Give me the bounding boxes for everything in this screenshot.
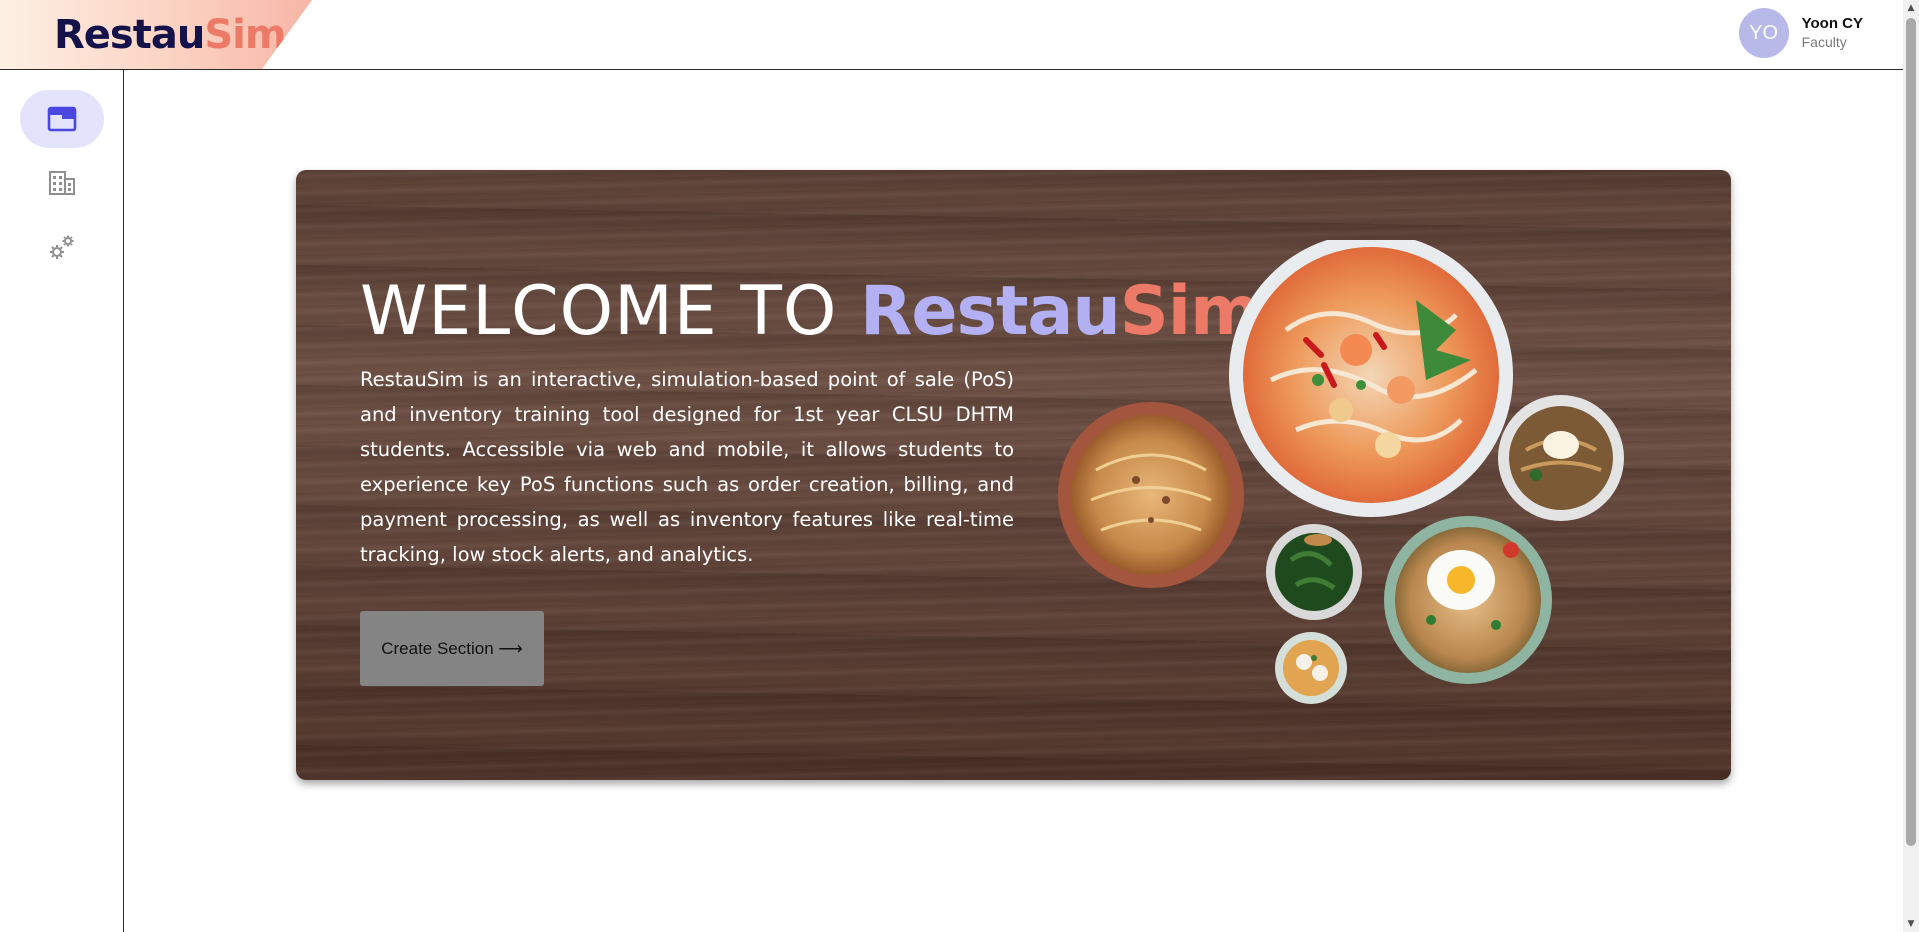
hero-description: RestauSim is an interactive, simulation-… [360, 368, 1014, 566]
spaghetti-bowl [1058, 402, 1244, 588]
logo-text-restau: Restau [54, 12, 205, 58]
logo-text-sim: Sim. [204, 12, 300, 58]
top-header: RestauSim. YO Yoon CY Faculty [0, 0, 1903, 70]
scroll-down-icon[interactable]: ▼ [1903, 916, 1919, 932]
building-icon [48, 170, 76, 196]
sidebar-item-sections[interactable] [20, 154, 104, 212]
user-name: Yoon CY [1801, 15, 1863, 32]
dashboard-window-icon [47, 106, 77, 132]
soup-bowl [1229, 240, 1513, 517]
welcome-hero-card: WELCOME TO RestauSim. RestauSim is an in… [296, 170, 1731, 780]
fried-rice-bowl [1384, 516, 1552, 684]
user-role: Faculty [1801, 34, 1847, 50]
user-profile[interactable]: YO Yoon CY Faculty [1738, 7, 1863, 59]
app-logo[interactable]: RestauSim. [54, 12, 301, 58]
avatar[interactable]: YO [1738, 8, 1789, 58]
spinach-bowl [1266, 524, 1362, 620]
settings-gears-icon [47, 232, 77, 262]
sidebar-item-dashboard[interactable] [20, 90, 104, 148]
food-bowls-image [1058, 240, 1624, 704]
sidebar-item-settings[interactable] [20, 218, 104, 276]
logo-banner: RestauSim. [0, 0, 312, 69]
scrollbar-thumb[interactable] [1906, 18, 1916, 846]
dumpling-bowl [1275, 632, 1347, 704]
scroll-up-icon[interactable]: ▲ [1903, 0, 1919, 16]
page-scrollbar[interactable]: ▲ ▼ [1903, 0, 1919, 932]
ramen-bowl [1498, 395, 1624, 521]
sidebar [0, 70, 124, 932]
user-info: Yoon CY Faculty [1802, 14, 1863, 52]
hero-title-prefix: WELCOME TO [360, 272, 861, 351]
create-section-button[interactable]: Create Section ⟶ [360, 611, 544, 686]
